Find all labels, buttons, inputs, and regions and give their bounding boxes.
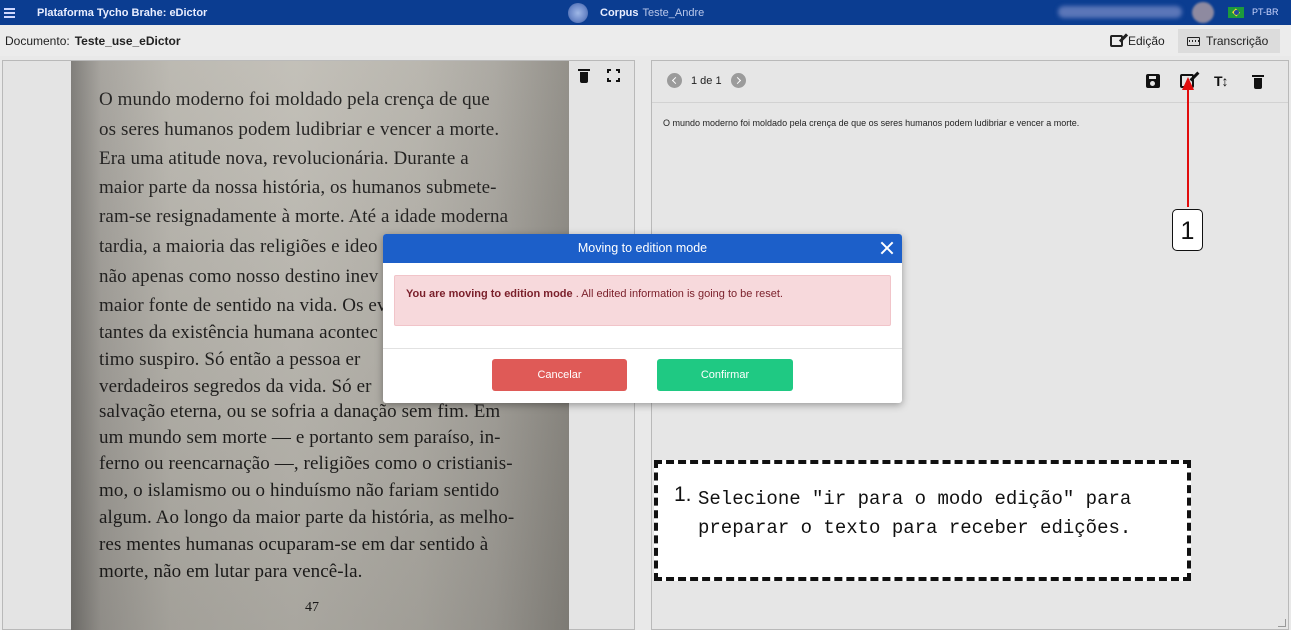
corpus-label: Corpus <box>600 6 639 19</box>
book-line: O mundo moderno foi moldado pela crença … <box>99 89 490 110</box>
trash-icon[interactable] <box>1252 74 1264 89</box>
save-icon[interactable] <box>1146 74 1160 88</box>
alert-text: . All edited information is going to be … <box>572 288 783 300</box>
book-line: mo, o islamismo ou o hinduísmo não faria… <box>99 480 500 501</box>
language-selector[interactable]: PT-BR <box>1252 0 1279 25</box>
cancel-button[interactable]: Cancelar <box>492 359 627 391</box>
close-icon[interactable] <box>878 239 896 257</box>
instruction-text: Selecione "ir para o modo edição" para p… <box>698 488 1132 539</box>
brazil-flag-icon[interactable] <box>1228 7 1244 18</box>
book-line: morte, não em lutar para vencê-la. <box>99 561 363 582</box>
callout-number: 1 <box>1172 209 1203 251</box>
divider <box>383 348 902 349</box>
instruction-box: 1. Selecione "ir para o modo edição" par… <box>654 460 1191 581</box>
text-size-icon[interactable]: T↕ <box>1214 73 1232 89</box>
expand-icon[interactable] <box>607 69 620 82</box>
transcricao-label: Transcrição <box>1206 34 1269 48</box>
edicao-label: Edição <box>1128 34 1165 48</box>
annotation-arrow <box>1187 86 1189 207</box>
book-line: Era uma atitude nova, revolucionária. Du… <box>99 148 469 169</box>
book-line: os seres humanos podem ludibriar e vence… <box>99 119 500 140</box>
corpus-name: Teste_Andre <box>642 6 705 19</box>
book-page-number: 47 <box>305 600 319 615</box>
book-line: maior parte da nossa história, os humano… <box>99 177 497 198</box>
dialog-header: Moving to edition mode <box>383 234 902 263</box>
book-line: maior fonte de sentido na vida. Os ev <box>99 295 387 316</box>
user-name[interactable] <box>1058 6 1182 18</box>
page: Plataforma Tycho Brahe: eDictor Corpus T… <box>0 0 1291 630</box>
book-line: res mentes humanas ocuparam-se em dar se… <box>99 534 489 555</box>
confirm-button[interactable]: Confirmar <box>657 359 793 391</box>
trash-icon[interactable] <box>578 68 590 83</box>
book-line: verdadeiros segredos da vida. Só er <box>99 376 372 397</box>
book-line: tardia, a maioria das religiões e ideo <box>99 236 378 257</box>
transcription-actions: T↕ <box>1146 73 1264 89</box>
document-label: Documento: <box>5 33 70 48</box>
edit-icon <box>1110 35 1123 47</box>
document-name: Teste_use_eDictor <box>74 33 181 48</box>
book-line: ram-se resignadamente à morte. Até a ida… <box>99 206 509 227</box>
app-title: Plataforma Tycho Brahe: eDictor <box>37 6 208 19</box>
alert-bold-text: You are moving to edition mode <box>406 288 573 300</box>
avatar[interactable] <box>1192 2 1214 23</box>
annotation-arrow-head <box>1182 77 1194 90</box>
edicao-tab[interactable]: Edição <box>1104 29 1171 53</box>
document-bar: Documento: Teste_use_eDictor Edição Tran… <box>0 25 1291 56</box>
dialog-title: Moving to edition mode <box>577 241 708 255</box>
book-line: timo suspiro. Só então a pessoa er <box>99 349 361 370</box>
book-line: tantes da existência humana acontec <box>99 322 378 343</box>
book-line: salvação eterna, ou se sofria a danação … <box>99 401 501 422</box>
book-line: ferno ou reencarnação —, religiões como … <box>99 453 513 474</box>
corpus-logo-icon <box>568 2 588 23</box>
book-line: não apenas como nosso destino inev <box>99 266 379 287</box>
edition-mode-dialog: Moving to edition mode You are moving to… <box>383 234 902 403</box>
book-line: algum. Ao longo da maior parte da histór… <box>99 507 515 528</box>
keyboard-icon <box>1187 36 1200 46</box>
image-toolbar <box>578 68 620 83</box>
corpus-indicator[interactable]: Corpus Teste_Andre <box>568 0 704 25</box>
transcricao-tab[interactable]: Transcrição <box>1178 29 1280 53</box>
transcription-text[interactable]: O mundo moderno foi moldado pela crença … <box>663 118 1079 128</box>
chevron-right-icon[interactable] <box>730 73 746 88</box>
pager: 1 de 1 <box>667 73 746 88</box>
book-line: um mundo sem morte — e portanto sem para… <box>99 427 501 448</box>
pager-text: 1 de 1 <box>691 74 722 87</box>
hamburger-icon[interactable] <box>4 7 24 18</box>
instruction-number: 1. <box>674 483 692 506</box>
chevron-left-icon[interactable] <box>667 73 682 88</box>
resize-handle[interactable] <box>1278 619 1286 627</box>
top-bar: Plataforma Tycho Brahe: eDictor Corpus T… <box>0 0 1291 25</box>
warning-alert: You are moving to edition mode . All edi… <box>394 275 891 326</box>
